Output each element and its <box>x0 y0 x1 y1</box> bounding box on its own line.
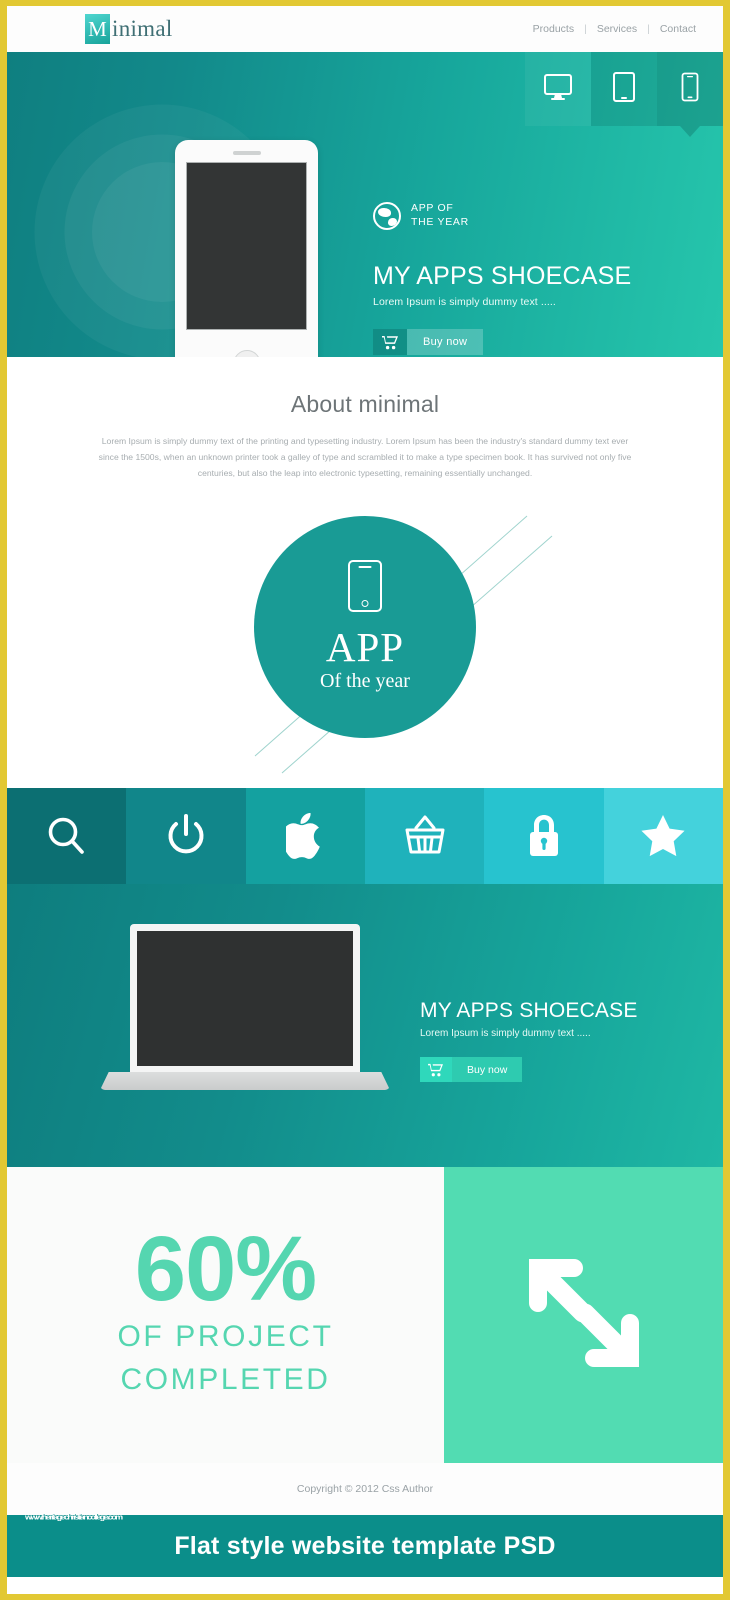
hero-copy: APP OF THE YEAR MY APPS SHOECASE Lorem I… <box>373 202 673 355</box>
hero-subtitle: Lorem Ipsum is simply dummy text ..... <box>373 296 556 308</box>
main-navigation: Products | Services | Contact <box>532 23 697 35</box>
phone-speaker <box>232 151 261 155</box>
hero-buy-now-label: Buy now <box>407 329 484 355</box>
about-section: About minimal Lorem Ipsum is simply dumm… <box>7 357 723 788</box>
stats-text-panel: 60% OF PROJECT COMPLETED <box>7 1167 444 1463</box>
expand-arrows-icon <box>514 1243 654 1388</box>
basket-icon <box>401 813 449 859</box>
desktop-icon <box>542 72 574 107</box>
device-tab-tablet[interactable] <box>591 52 657 126</box>
stats-icon-panel <box>444 1167 723 1463</box>
laptop-buy-now-button[interactable]: Buy now <box>420 1057 523 1082</box>
about-title: About minimal <box>290 391 440 417</box>
laptop-lid <box>130 924 360 1072</box>
stats-section: 60% OF PROJECT COMPLETED <box>7 1167 723 1463</box>
banner-title: Flat style website template PSD <box>174 1531 556 1560</box>
stat-label-line-2: COMPLETED <box>120 1363 331 1397</box>
laptop-buy-now-label: Buy now <box>452 1057 523 1082</box>
device-tab-desktop[interactable] <box>525 52 591 126</box>
cart-icon <box>420 1057 452 1082</box>
power-icon <box>165 814 207 858</box>
active-tab-caret <box>680 126 700 137</box>
icon-cell-star[interactable] <box>603 788 723 884</box>
nav-link-services[interactable]: Services <box>596 23 638 35</box>
search-icon <box>45 814 89 858</box>
phone-home-button <box>233 350 260 357</box>
cart-icon <box>373 329 407 355</box>
app-of-the-year-badge: APP OF THE YEAR <box>373 202 673 230</box>
lock-icon <box>526 813 562 859</box>
globe-icon <box>373 202 401 230</box>
device-tabs <box>525 52 723 137</box>
stat-label-line-1: OF PROJECT <box>117 1320 334 1354</box>
icon-cell-apple[interactable] <box>245 788 365 884</box>
laptop-title: MY APPS SHOECASE <box>420 999 638 1022</box>
badge-year-text: Of the year <box>320 670 410 693</box>
apple-icon <box>286 813 324 859</box>
site-footer: Copyright © 2012 Css Author <box>7 1463 723 1515</box>
icon-cell-basket[interactable] <box>364 788 485 884</box>
site-logo[interactable]: M inimal <box>85 14 173 44</box>
watermark-url: www.heritagechristiancollege.com <box>25 1513 123 1521</box>
copyright-text: Copyright © 2012 Css Author <box>296 1483 434 1495</box>
bottom-banner: www.heritagechristiancollege.com Flat st… <box>7 1513 723 1577</box>
phone-screen <box>186 162 307 330</box>
laptop-subtitle: Lorem Ipsum is simply dummy text ..... <box>420 1028 591 1039</box>
smartphone-icon <box>348 560 382 613</box>
stat-percentage: 60% <box>134 1217 317 1320</box>
laptop-copy: MY APPS SHOECASE Lorem Ipsum is simply d… <box>420 999 638 1082</box>
laptop-base <box>100 1072 390 1090</box>
nav-separator: | <box>647 23 650 35</box>
nav-link-products[interactable]: Products <box>532 23 575 35</box>
hero-section: APP OF THE YEAR MY APPS SHOECASE Lorem I… <box>7 52 723 357</box>
logo-text: inimal <box>112 16 173 41</box>
logo-badge-icon: M <box>85 14 110 44</box>
nav-link-contact[interactable]: Contact <box>659 23 697 35</box>
icon-cell-power[interactable] <box>126 788 246 884</box>
app-badge-wrapper: APP Of the year <box>7 508 723 778</box>
icon-cell-search[interactable] <box>7 788 127 884</box>
badge-app-text: APP <box>325 624 405 671</box>
phone-mockup <box>175 140 318 357</box>
laptop-mockup <box>100 924 390 1090</box>
app-of-the-year-circle: APP Of the year <box>254 515 476 738</box>
icon-cell-lock[interactable] <box>484 788 604 884</box>
hero-buy-now-button[interactable]: Buy now <box>373 329 484 355</box>
about-paragraph: Lorem Ipsum is simply dummy text of the … <box>98 436 632 478</box>
hero-title: MY APPS SHOECASE <box>373 262 632 290</box>
app-of-the-year-text: APP OF THE YEAR <box>411 202 469 230</box>
page-frame: M inimal Products | Services | Contact A… <box>0 0 730 1600</box>
phone-icon <box>681 72 699 107</box>
nav-separator: | <box>584 23 587 35</box>
laptop-showcase-section: MY APPS SHOECASE Lorem Ipsum is simply d… <box>7 884 723 1167</box>
badge-line-2: THE YEAR <box>411 216 469 228</box>
page-inner: M inimal Products | Services | Contact A… <box>7 6 723 1594</box>
device-tab-phone[interactable] <box>657 52 723 137</box>
site-header: M inimal Products | Services | Contact <box>7 6 723 52</box>
badge-line-1: APP OF <box>411 202 454 215</box>
star-icon <box>639 813 687 859</box>
tablet-icon <box>612 71 636 108</box>
laptop-screen <box>137 931 353 1066</box>
feature-icon-strip <box>7 788 723 884</box>
